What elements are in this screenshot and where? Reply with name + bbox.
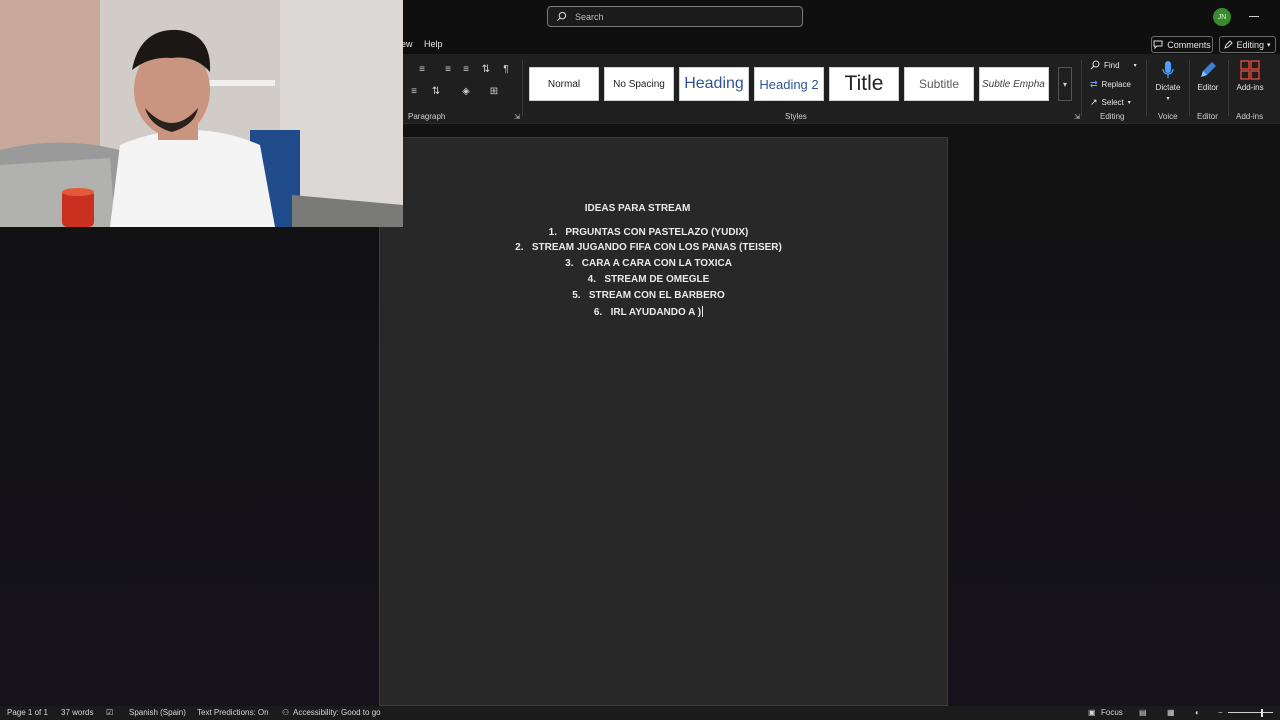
chevron-down-icon: ▾ [1267, 41, 1271, 49]
zoom-slider[interactable] [1228, 712, 1273, 713]
paragraph-group-label: Paragraph [408, 112, 446, 121]
styles-more-button[interactable]: ▾ [1058, 67, 1072, 101]
voice-group-label: Voice [1158, 112, 1178, 121]
addins-grid-icon [1240, 60, 1260, 80]
chevron-down-icon: ▾ [1133, 62, 1137, 69]
microphone-icon [1162, 61, 1174, 78]
list-item[interactable]: 2. STREAM JUGANDO FIFA CON LOS PANAS (TE… [364, 242, 933, 253]
word-count[interactable]: 37 words [61, 708, 93, 717]
focus-icon[interactable]: ▣ [1088, 708, 1096, 717]
page-count[interactable]: Page 1 of 1 [7, 708, 48, 717]
comment-icon [1153, 40, 1163, 49]
decrease-indent-icon[interactable]: ≡ [415, 64, 429, 76]
select-button[interactable]: ↗ Select ▾ [1090, 97, 1131, 108]
find-button[interactable]: Find ▾ [1090, 60, 1137, 70]
style-heading-2[interactable]: Heading 2 [754, 67, 824, 101]
editor-pen-icon [1201, 62, 1216, 77]
divider [1081, 60, 1082, 116]
styles-group-label: Styles [785, 112, 807, 121]
sort-icon[interactable]: ⇅ [479, 64, 493, 76]
addins-group-label: Add-ins [1236, 112, 1264, 121]
list-item[interactable]: 3. CARA A CARA CON LA TOXICA [364, 258, 933, 269]
zoom-out-icon[interactable]: − [1218, 708, 1223, 717]
show-formatting-icon[interactable]: ¶ [499, 64, 513, 76]
tab-help[interactable]: Help [424, 39, 443, 49]
accessibility-icon[interactable]: ⚇ [282, 708, 289, 717]
search-placeholder: Search [575, 11, 604, 22]
increase-indent-icon[interactable]: ≡ [441, 64, 455, 76]
editing-label: Editing [1236, 39, 1264, 50]
styles-gallery: Normal No Spacing Heading Heading 2 Titl… [529, 67, 1059, 101]
replace-icon: ⇄ [1090, 79, 1098, 89]
style-no-spacing[interactable]: No Spacing [604, 67, 674, 101]
focus-mode[interactable]: Focus [1101, 708, 1123, 717]
replace-button[interactable]: ⇄ Replace [1090, 79, 1131, 90]
print-layout-icon[interactable]: ▦ [1167, 708, 1175, 717]
webcam-feed-image [0, 0, 403, 227]
comments-label: Comments [1167, 39, 1211, 50]
read-mode-icon[interactable]: ▤ [1139, 708, 1147, 717]
status-bar: Page 1 of 1 37 words ☑ Spanish (Spain) T… [0, 706, 1280, 720]
dictate-button[interactable]: Dictate ▾ [1148, 60, 1188, 102]
list-item[interactable]: 1. PRGUNTAS CON PASTELAZO (YUDIX) [364, 227, 933, 238]
word-window: Search JN ew Help Comments Editing ▾ ≡ ≡… [0, 0, 1280, 720]
divider [1146, 60, 1147, 116]
borders-icon[interactable]: ⊞ [487, 86, 501, 98]
style-title[interactable]: Title [829, 67, 899, 101]
comments-button[interactable]: Comments [1151, 36, 1213, 53]
list-item[interactable]: 5. STREAM CON EL BARBERO [364, 290, 933, 301]
editing-mode-button[interactable]: Editing ▾ [1219, 36, 1276, 53]
search-box[interactable]: Search [547, 6, 803, 27]
editor-group-label: Editor [1197, 112, 1218, 121]
language[interactable]: Spanish (Spain) [129, 708, 186, 717]
web-layout-icon[interactable]: ◐ [1195, 708, 1200, 717]
editor-button[interactable]: Editor [1188, 60, 1228, 92]
list-item[interactable]: 6. IRL AYUDANDO A ) [364, 306, 933, 318]
minimize-button[interactable] [1248, 10, 1260, 22]
proofing-icon[interactable]: ☑ [106, 708, 113, 717]
line-spacing-icon[interactable]: ⇅ [429, 86, 443, 98]
style-subtitle[interactable]: Subtitle [904, 67, 974, 101]
chevron-down-icon: ▾ [1166, 96, 1170, 102]
document-title[interactable]: IDEAS PARA STREAM [380, 203, 949, 214]
multilevel-list-icon[interactable]: ≡ [459, 64, 473, 76]
pencil-icon [1224, 40, 1234, 49]
style-heading[interactable]: Heading [679, 67, 749, 101]
align-icon[interactable]: ≡ [407, 86, 421, 98]
style-subtle-emphasis[interactable]: Subtle Empha [979, 67, 1049, 101]
addins-button[interactable]: Add-ins [1230, 60, 1270, 92]
account-avatar[interactable]: JN [1213, 8, 1231, 26]
list-item[interactable]: 4. STREAM DE OMEGLE [364, 274, 933, 285]
document-page[interactable]: IDEAS PARA STREAM 1. PRGUNTAS CON PASTEL… [379, 137, 948, 706]
style-normal[interactable]: Normal [529, 67, 599, 101]
zoom-slider-thumb[interactable] [1261, 709, 1263, 717]
accessibility-status[interactable]: Accessibility: Good to go [293, 708, 381, 717]
divider [1228, 60, 1229, 116]
divider [522, 60, 523, 116]
editing-group-label: Editing [1100, 112, 1125, 121]
chevron-down-icon: ▾ [1127, 100, 1131, 106]
search-icon [556, 11, 567, 22]
select-cursor-icon: ↗ [1090, 97, 1098, 107]
shading-icon[interactable]: ◈ [459, 86, 473, 98]
text-predictions[interactable]: Text Predictions: On [197, 708, 269, 717]
text-cursor [702, 306, 704, 317]
webcam-overlay [0, 0, 403, 227]
find-icon [1090, 60, 1100, 70]
